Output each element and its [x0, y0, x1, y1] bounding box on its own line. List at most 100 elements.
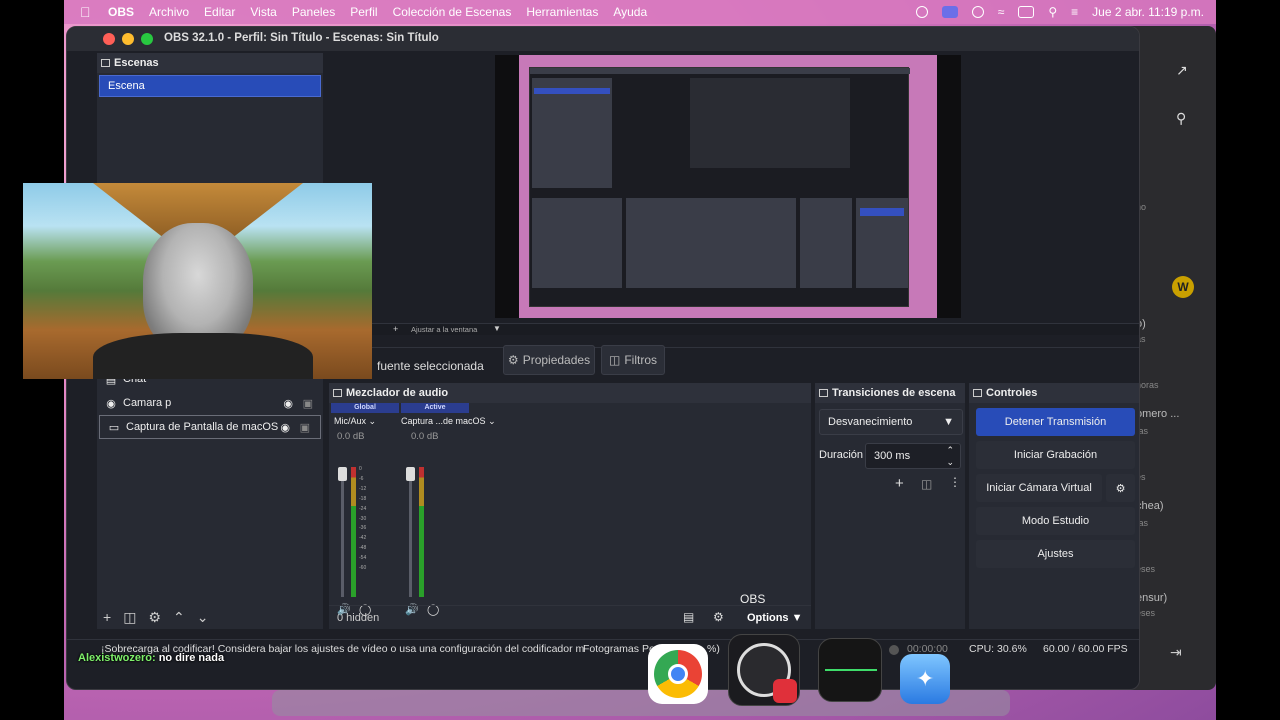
trash-icon[interactable]: ◫: [921, 477, 932, 491]
screen-share-icon[interactable]: [941, 6, 958, 18]
backdrop-text: chea): [1136, 500, 1164, 512]
display-icon: ▭: [108, 421, 120, 434]
menu-archivo[interactable]: Archivo: [149, 5, 189, 19]
minimize-window-button[interactable]: [122, 33, 134, 45]
search-icon[interactable]: ⚲: [1176, 110, 1186, 127]
virtual-camera-button[interactable]: Iniciar Cámara Virtual: [976, 474, 1102, 502]
menu-app-name[interactable]: OBS: [108, 5, 134, 19]
sources-list: ▤ Chat ◉ Camara p ◉ ▣ ▭ Captura de Panta…: [97, 367, 323, 547]
lock-icon[interactable]: ▣: [300, 421, 310, 434]
search-icon[interactable]: ⚲: [1048, 5, 1057, 19]
menubar-clock[interactable]: Jue 2 abr. 11:19 p.m.: [1092, 5, 1204, 19]
transition-value: Desvanecimiento: [828, 416, 913, 428]
activity-monitor-app-icon[interactable]: [818, 638, 882, 702]
menu-perfil[interactable]: Perfil: [350, 5, 377, 19]
scene-item[interactable]: Escena: [99, 75, 321, 97]
xcode-app-icon[interactable]: ✦: [900, 654, 950, 704]
fit-window-label[interactable]: Ajustar a la ventana: [411, 325, 477, 334]
menu-coleccion[interactable]: Colección de Escenas: [393, 5, 512, 19]
menu-herramientas[interactable]: Herramientas: [526, 5, 598, 19]
start-recording-button[interactable]: Iniciar Grabación: [976, 441, 1135, 469]
more-options-icon[interactable]: ⋮: [949, 475, 961, 489]
controls-header: Controles: [969, 383, 1139, 403]
layout-icon[interactable]: ▤: [683, 610, 694, 624]
close-window-button[interactable]: [103, 33, 115, 45]
external-link-icon[interactable]: ↗: [1176, 62, 1188, 79]
mixer-header: Mezclador de audio: [329, 383, 811, 403]
duration-value: 300 ms: [874, 450, 911, 462]
source-name: Camara p: [123, 397, 172, 409]
properties-label: Propiedades: [522, 353, 591, 367]
visibility-eye-icon[interactable]: ◉: [280, 421, 290, 434]
chevron-down-icon[interactable]: ▼: [493, 324, 501, 333]
visibility-eye-icon[interactable]: ◉: [283, 397, 293, 410]
channel-db: 0.0 dB: [337, 431, 365, 442]
background-browser-window: ↗ ⚲ no W o) as horas omero ... ías es ch…: [1130, 26, 1216, 690]
options-label: Options: [747, 612, 789, 624]
mini-scenes: [532, 78, 612, 188]
advanced-settings-icon[interactable]: ⚙: [713, 610, 724, 624]
menu-editar[interactable]: Editar: [204, 5, 235, 19]
stepper-icon[interactable]: ⌃ ⌄: [946, 444, 954, 468]
studio-mode-button[interactable]: Modo Estudio: [976, 507, 1135, 535]
zoom-window-button[interactable]: [141, 33, 153, 45]
preview-canvas[interactable]: [495, 55, 961, 318]
lock-icon[interactable]: ▣: [303, 397, 313, 410]
menu-vista[interactable]: Vista: [250, 5, 276, 19]
apple-icon[interactable]: : [80, 4, 96, 20]
preview-nested-obs-window: [529, 67, 910, 307]
duration-input[interactable]: 300 ms ⌃ ⌄: [865, 443, 961, 469]
chevron-down-icon[interactable]: ⌄: [197, 609, 209, 626]
gear-icon[interactable]: ⚙: [148, 609, 161, 626]
menu-paneles[interactable]: Paneles: [292, 5, 335, 19]
scenes-title: Escenas: [114, 57, 159, 69]
mini-transitions: [800, 198, 852, 288]
settings-button[interactable]: Ajustes: [976, 540, 1135, 568]
mixer-title: Mezclador de audio: [346, 387, 449, 399]
sources-toolbar: + ◫ ⚙ ⌃ ⌄: [103, 609, 208, 626]
channel-name: Mic/Aux: [334, 416, 367, 426]
source-item-selected[interactable]: ▭ Captura de Pantalla de macOS ◉ ▣: [99, 415, 321, 439]
studio-mode-label: Modo Estudio: [1021, 515, 1090, 527]
hidden-count: 0 hidden: [337, 612, 380, 624]
settings-label: Ajustes: [1037, 548, 1074, 560]
add-transition-icon[interactable]: +: [895, 475, 904, 492]
logout-icon[interactable]: ⇥: [1170, 644, 1182, 661]
virtual-camera-settings-button[interactable]: ⚙: [1106, 474, 1135, 502]
channel-db: 0.0 dB: [411, 431, 439, 442]
play-status-icon[interactable]: [971, 6, 984, 18]
menu-ayuda[interactable]: Ayuda: [613, 5, 647, 19]
filters-button[interactable]: ◫ Filtros: [601, 345, 665, 375]
backdrop-text: ensur): [1136, 592, 1168, 604]
add-icon[interactable]: +: [393, 324, 398, 334]
control-center-icon[interactable]: ≡: [1071, 5, 1078, 19]
volume-fader[interactable]: [341, 467, 344, 597]
chat-text: no dire nada: [155, 652, 225, 664]
mini-preview: [690, 78, 850, 168]
chrome-app-icon[interactable]: [648, 644, 708, 704]
obs-app-icon[interactable]: [728, 634, 800, 706]
channel-name-row[interactable]: Captura ...de macOS ⌄: [401, 416, 496, 427]
obs-status-icon[interactable]: [915, 6, 928, 18]
options-button[interactable]: Options ▼: [747, 612, 803, 624]
selected-source-label: fuente seleccionada: [377, 359, 484, 373]
battery-icon[interactable]: [1018, 6, 1035, 18]
volume-fader[interactable]: [409, 467, 412, 597]
chevron-up-icon[interactable]: ⌃: [173, 609, 185, 626]
preview-area[interactable]: [331, 51, 1139, 361]
chevron-down-icon: ⌄: [488, 416, 496, 426]
volume-fader-knob[interactable]: [406, 467, 415, 481]
dock-icon: [973, 389, 982, 397]
transition-select[interactable]: Desvanecimiento ▼: [819, 409, 963, 435]
volume-fader-knob[interactable]: [338, 467, 347, 481]
backdrop-text: omero ...: [1136, 408, 1180, 420]
channel-name-row[interactable]: Mic/Aux ⌄: [331, 416, 399, 427]
wifi-icon[interactable]: ≈: [998, 5, 1005, 19]
stop-stream-button[interactable]: Detener Transmisión: [976, 408, 1135, 436]
properties-button[interactable]: ⚙ Propiedades: [503, 345, 595, 375]
add-source-icon[interactable]: +: [103, 609, 111, 626]
scenes-header: Escenas: [97, 53, 323, 73]
source-item[interactable]: ◉ Camara p ◉ ▣: [97, 391, 323, 415]
window-title: OBS 32.1.0 - Perfil: Sin Título - Escena…: [164, 32, 439, 44]
trash-icon[interactable]: ◫: [123, 609, 136, 626]
